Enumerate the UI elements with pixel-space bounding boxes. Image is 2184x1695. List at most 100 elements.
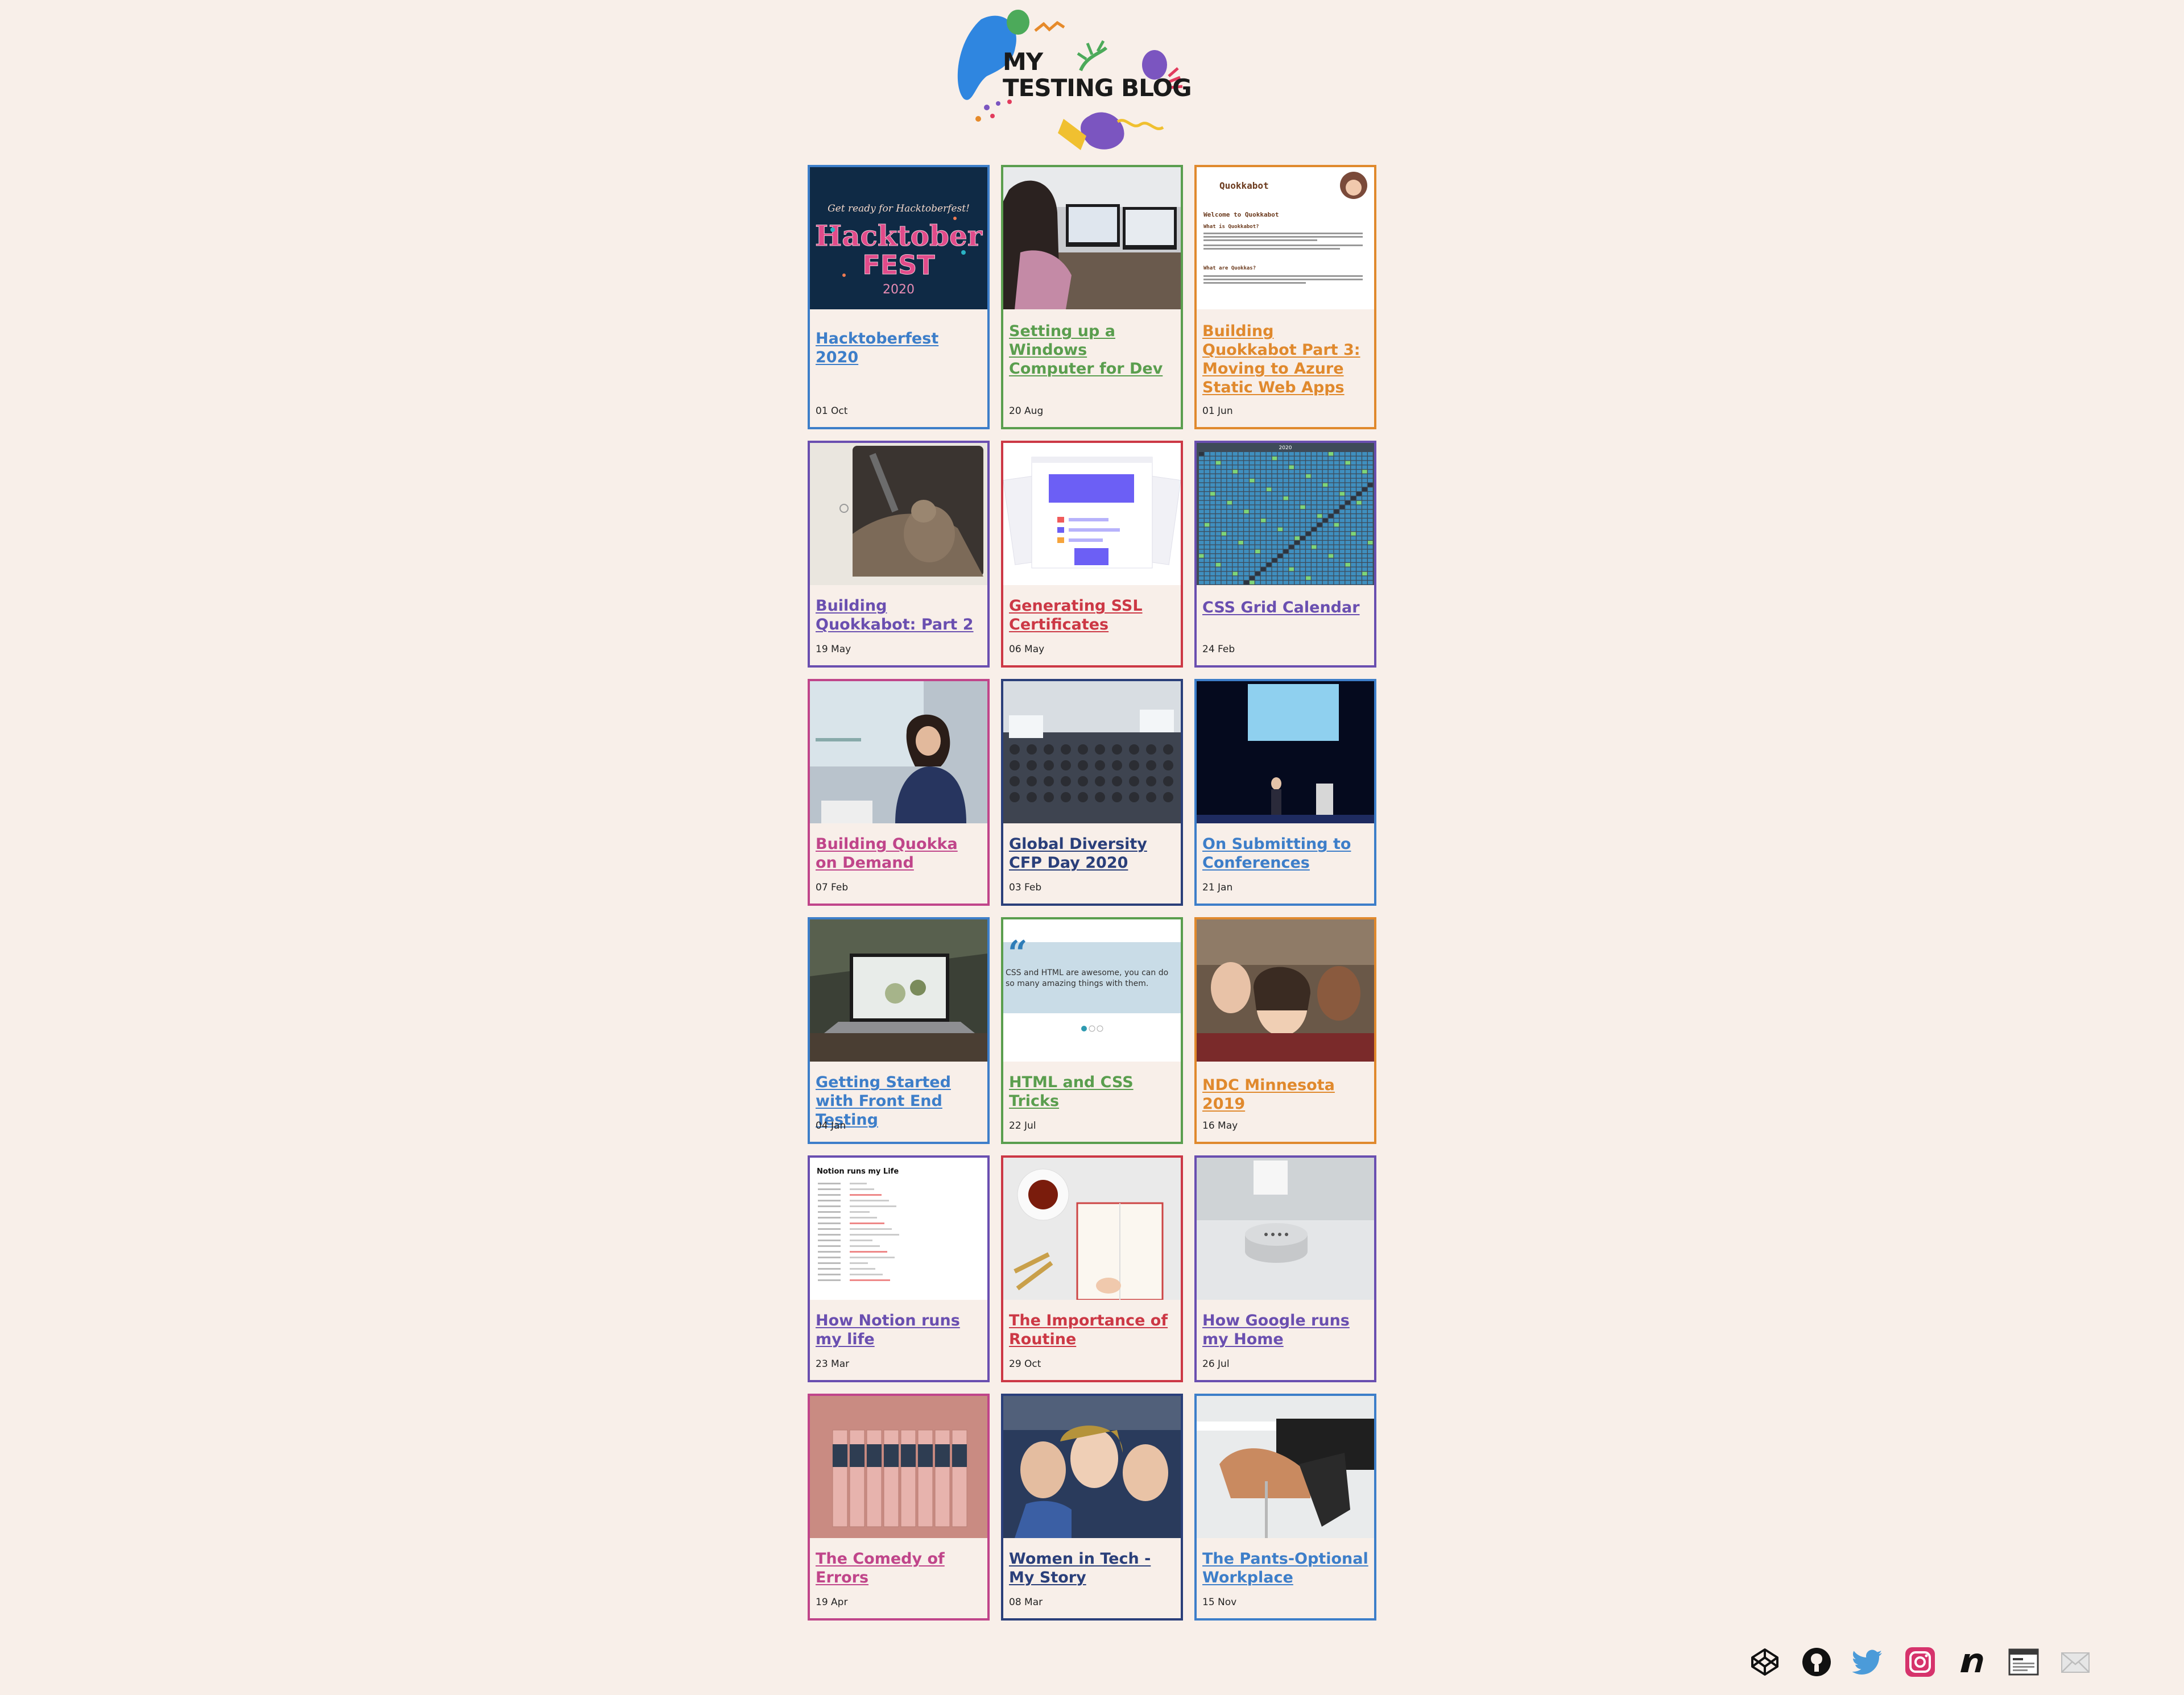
post-title-link[interactable]: Global Diversity CFP Day 2020 — [1009, 835, 1176, 872]
post-title-link[interactable]: Building Quokkabot: Part 2 — [816, 596, 983, 634]
post-date: 26 Jul — [1202, 1358, 1230, 1370]
post-date: 21 Jan — [1202, 882, 1233, 893]
instagram-icon — [1905, 1647, 1935, 1677]
post-card[interactable]: The Pants-Optional Workplace 15 Nov — [1194, 1394, 1376, 1621]
post-card[interactable]: 2020 CSS Grid Calendar 24 Feb — [1194, 441, 1376, 668]
post-thumbnail[interactable] — [1197, 1396, 1374, 1538]
svg-text:Get ready for Hacktoberfest!: Get ready for Hacktoberfest! — [828, 203, 970, 214]
post-title-link[interactable]: How Notion runs my life — [816, 1311, 983, 1349]
post-date: 08 Mar — [1009, 1597, 1043, 1608]
post-date: 06 May — [1009, 644, 1045, 655]
post-card[interactable]: Notion runs my Life How Notion runs my l… — [808, 1155, 990, 1382]
post-date: 16 May — [1202, 1120, 1238, 1132]
instagram-link[interactable] — [1904, 1646, 1936, 1678]
svg-text:Notion runs my Life: Notion runs my Life — [817, 1167, 899, 1176]
github-link[interactable] — [1801, 1646, 1833, 1678]
post-card[interactable]: On Submitting to Conferences 21 Jan — [1194, 679, 1376, 906]
post-card[interactable]: Building Quokka on Demand 07 Feb — [808, 679, 990, 906]
post-thumbnail[interactable] — [1003, 167, 1181, 309]
post-title-link[interactable]: NDC Minnesota 2019 — [1202, 1076, 1370, 1113]
post-date: 19 Apr — [816, 1597, 848, 1608]
post-title-link[interactable]: Building Quokka on Demand — [816, 835, 983, 872]
post-thumbnail[interactable] — [810, 443, 987, 585]
twitter-icon — [1852, 1650, 1882, 1675]
post-date: 01 Oct — [816, 405, 848, 417]
post-date: 04 Jan — [816, 1120, 846, 1132]
post-title-link[interactable]: Setting up a Windows Computer for Dev — [1009, 322, 1176, 378]
post-card[interactable]: “ CSS and HTML are awesome, you can do s… — [1001, 917, 1183, 1144]
post-date: 29 Oct — [1009, 1358, 1041, 1370]
post-title-link[interactable]: The Comedy of Errors — [816, 1549, 983, 1587]
post-card[interactable]: NDC Minnesota 2019 16 May — [1194, 917, 1376, 1144]
svg-text:What is Quokkabot?: What is Quokkabot? — [1203, 223, 1259, 230]
post-card[interactable]: Building Quokkabot: Part 2 19 May — [808, 441, 990, 668]
logo-text-line-1: MY — [1003, 48, 1043, 76]
svg-text:Hacktober: Hacktober — [815, 219, 983, 252]
post-thumbnail[interactable] — [810, 681, 987, 823]
browser-icon — [2008, 1648, 2039, 1676]
notist-link[interactable] — [1956, 1646, 1988, 1678]
post-title-link[interactable]: Building Quokkabot Part 3: Moving to Azu… — [1202, 322, 1370, 397]
post-title-link[interactable]: CSS Grid Calendar — [1202, 598, 1370, 617]
post-date: 03 Feb — [1009, 882, 1042, 893]
post-title-link[interactable]: HTML and CSS Tricks — [1009, 1073, 1176, 1110]
post-thumbnail[interactable]: Get ready for Hacktoberfest! Hacktober F… — [810, 167, 987, 309]
github-icon — [1802, 1648, 1831, 1676]
post-title-link[interactable]: How Google runs my Home — [1202, 1311, 1370, 1349]
post-card[interactable]: How Google runs my Home 26 Jul — [1194, 1155, 1376, 1382]
post-thumbnail[interactable] — [810, 919, 987, 1062]
post-thumbnail[interactable] — [1003, 1396, 1181, 1538]
post-date: 20 Aug — [1009, 405, 1044, 417]
svg-text:What are Quokkas?: What are Quokkas? — [1203, 266, 1256, 271]
post-thumbnail[interactable]: Quokkabot Welcome to Quokkabot What is Q… — [1197, 167, 1374, 309]
svg-text:Quokkabot: Quokkabot — [1219, 180, 1269, 191]
post-thumbnail[interactable] — [1197, 1158, 1374, 1300]
social-links — [1749, 1646, 2091, 1678]
post-card[interactable]: Get ready for Hacktoberfest! Hacktober F… — [808, 165, 990, 429]
post-title-link[interactable]: Women in Tech - My Story — [1009, 1549, 1176, 1587]
post-date: 24 Feb — [1202, 644, 1235, 655]
post-thumbnail[interactable]: 2020 — [1197, 443, 1374, 585]
post-card[interactable]: Getting Started with Front End Testing 04… — [808, 917, 990, 1144]
notist-icon — [1960, 1653, 1983, 1672]
site-logo[interactable]: MY TESTING BLOG — [953, 8, 1231, 156]
twitter-link[interactable] — [1852, 1646, 1884, 1678]
post-grid: Get ready for Hacktoberfest! Hacktober F… — [808, 165, 1376, 1621]
post-thumbnail[interactable]: “ CSS and HTML are awesome, you can do s… — [1003, 919, 1181, 1062]
post-card[interactable]: Women in Tech - My Story 08 Mar — [1001, 1394, 1183, 1621]
post-thumbnail[interactable] — [1197, 919, 1374, 1062]
svg-text:Welcome to Quokkabot: Welcome to Quokkabot — [1203, 211, 1279, 218]
mail-icon — [2061, 1652, 2090, 1673]
post-title-link[interactable]: The Pants-Optional Workplace — [1202, 1549, 1370, 1587]
post-date: 19 May — [816, 644, 851, 655]
browser-link[interactable] — [2008, 1646, 2040, 1678]
post-thumbnail[interactable] — [1003, 681, 1181, 823]
post-card[interactable]: The Comedy of Errors 19 Apr — [808, 1394, 990, 1621]
post-thumbnail[interactable] — [810, 1396, 987, 1538]
post-title-link[interactable]: Generating SSL Certificates — [1009, 596, 1176, 634]
post-card[interactable]: Quokkabot Welcome to Quokkabot What is Q… — [1194, 165, 1376, 429]
codepen-link[interactable] — [1749, 1646, 1781, 1678]
post-title-link[interactable]: On Submitting to Conferences — [1202, 835, 1370, 872]
post-thumbnail[interactable] — [1197, 681, 1374, 823]
post-thumbnail[interactable] — [1003, 443, 1181, 585]
post-thumbnail[interactable]: Notion runs my Life — [810, 1158, 987, 1300]
codepen-icon — [1751, 1648, 1778, 1676]
post-title-link[interactable]: The Importance of Routine — [1009, 1311, 1176, 1349]
svg-text:FEST: FEST — [862, 250, 935, 280]
post-date: 22 Jul — [1009, 1120, 1036, 1132]
svg-text:2020: 2020 — [1279, 445, 1292, 451]
post-title-link[interactable]: Hacktoberfest 2020 — [816, 329, 983, 367]
post-card[interactable]: Setting up a Windows Computer for Dev 20 … — [1001, 165, 1183, 429]
post-thumbnail[interactable] — [1003, 1158, 1181, 1300]
mail-link[interactable] — [2059, 1646, 2091, 1678]
post-card[interactable]: Generating SSL Certificates 06 May — [1001, 441, 1183, 668]
logo-text-line-2: TESTING BLOG — [1003, 74, 1192, 102]
post-date: 07 Feb — [816, 882, 849, 893]
post-card[interactable]: The Importance of Routine 29 Oct — [1001, 1155, 1183, 1382]
post-date: 01 Jun — [1202, 405, 1233, 417]
post-date: 15 Nov — [1202, 1597, 1237, 1608]
post-date: 23 Mar — [816, 1358, 850, 1370]
svg-text:2020: 2020 — [883, 283, 915, 297]
post-card[interactable]: Global Diversity CFP Day 2020 03 Feb — [1001, 679, 1183, 906]
